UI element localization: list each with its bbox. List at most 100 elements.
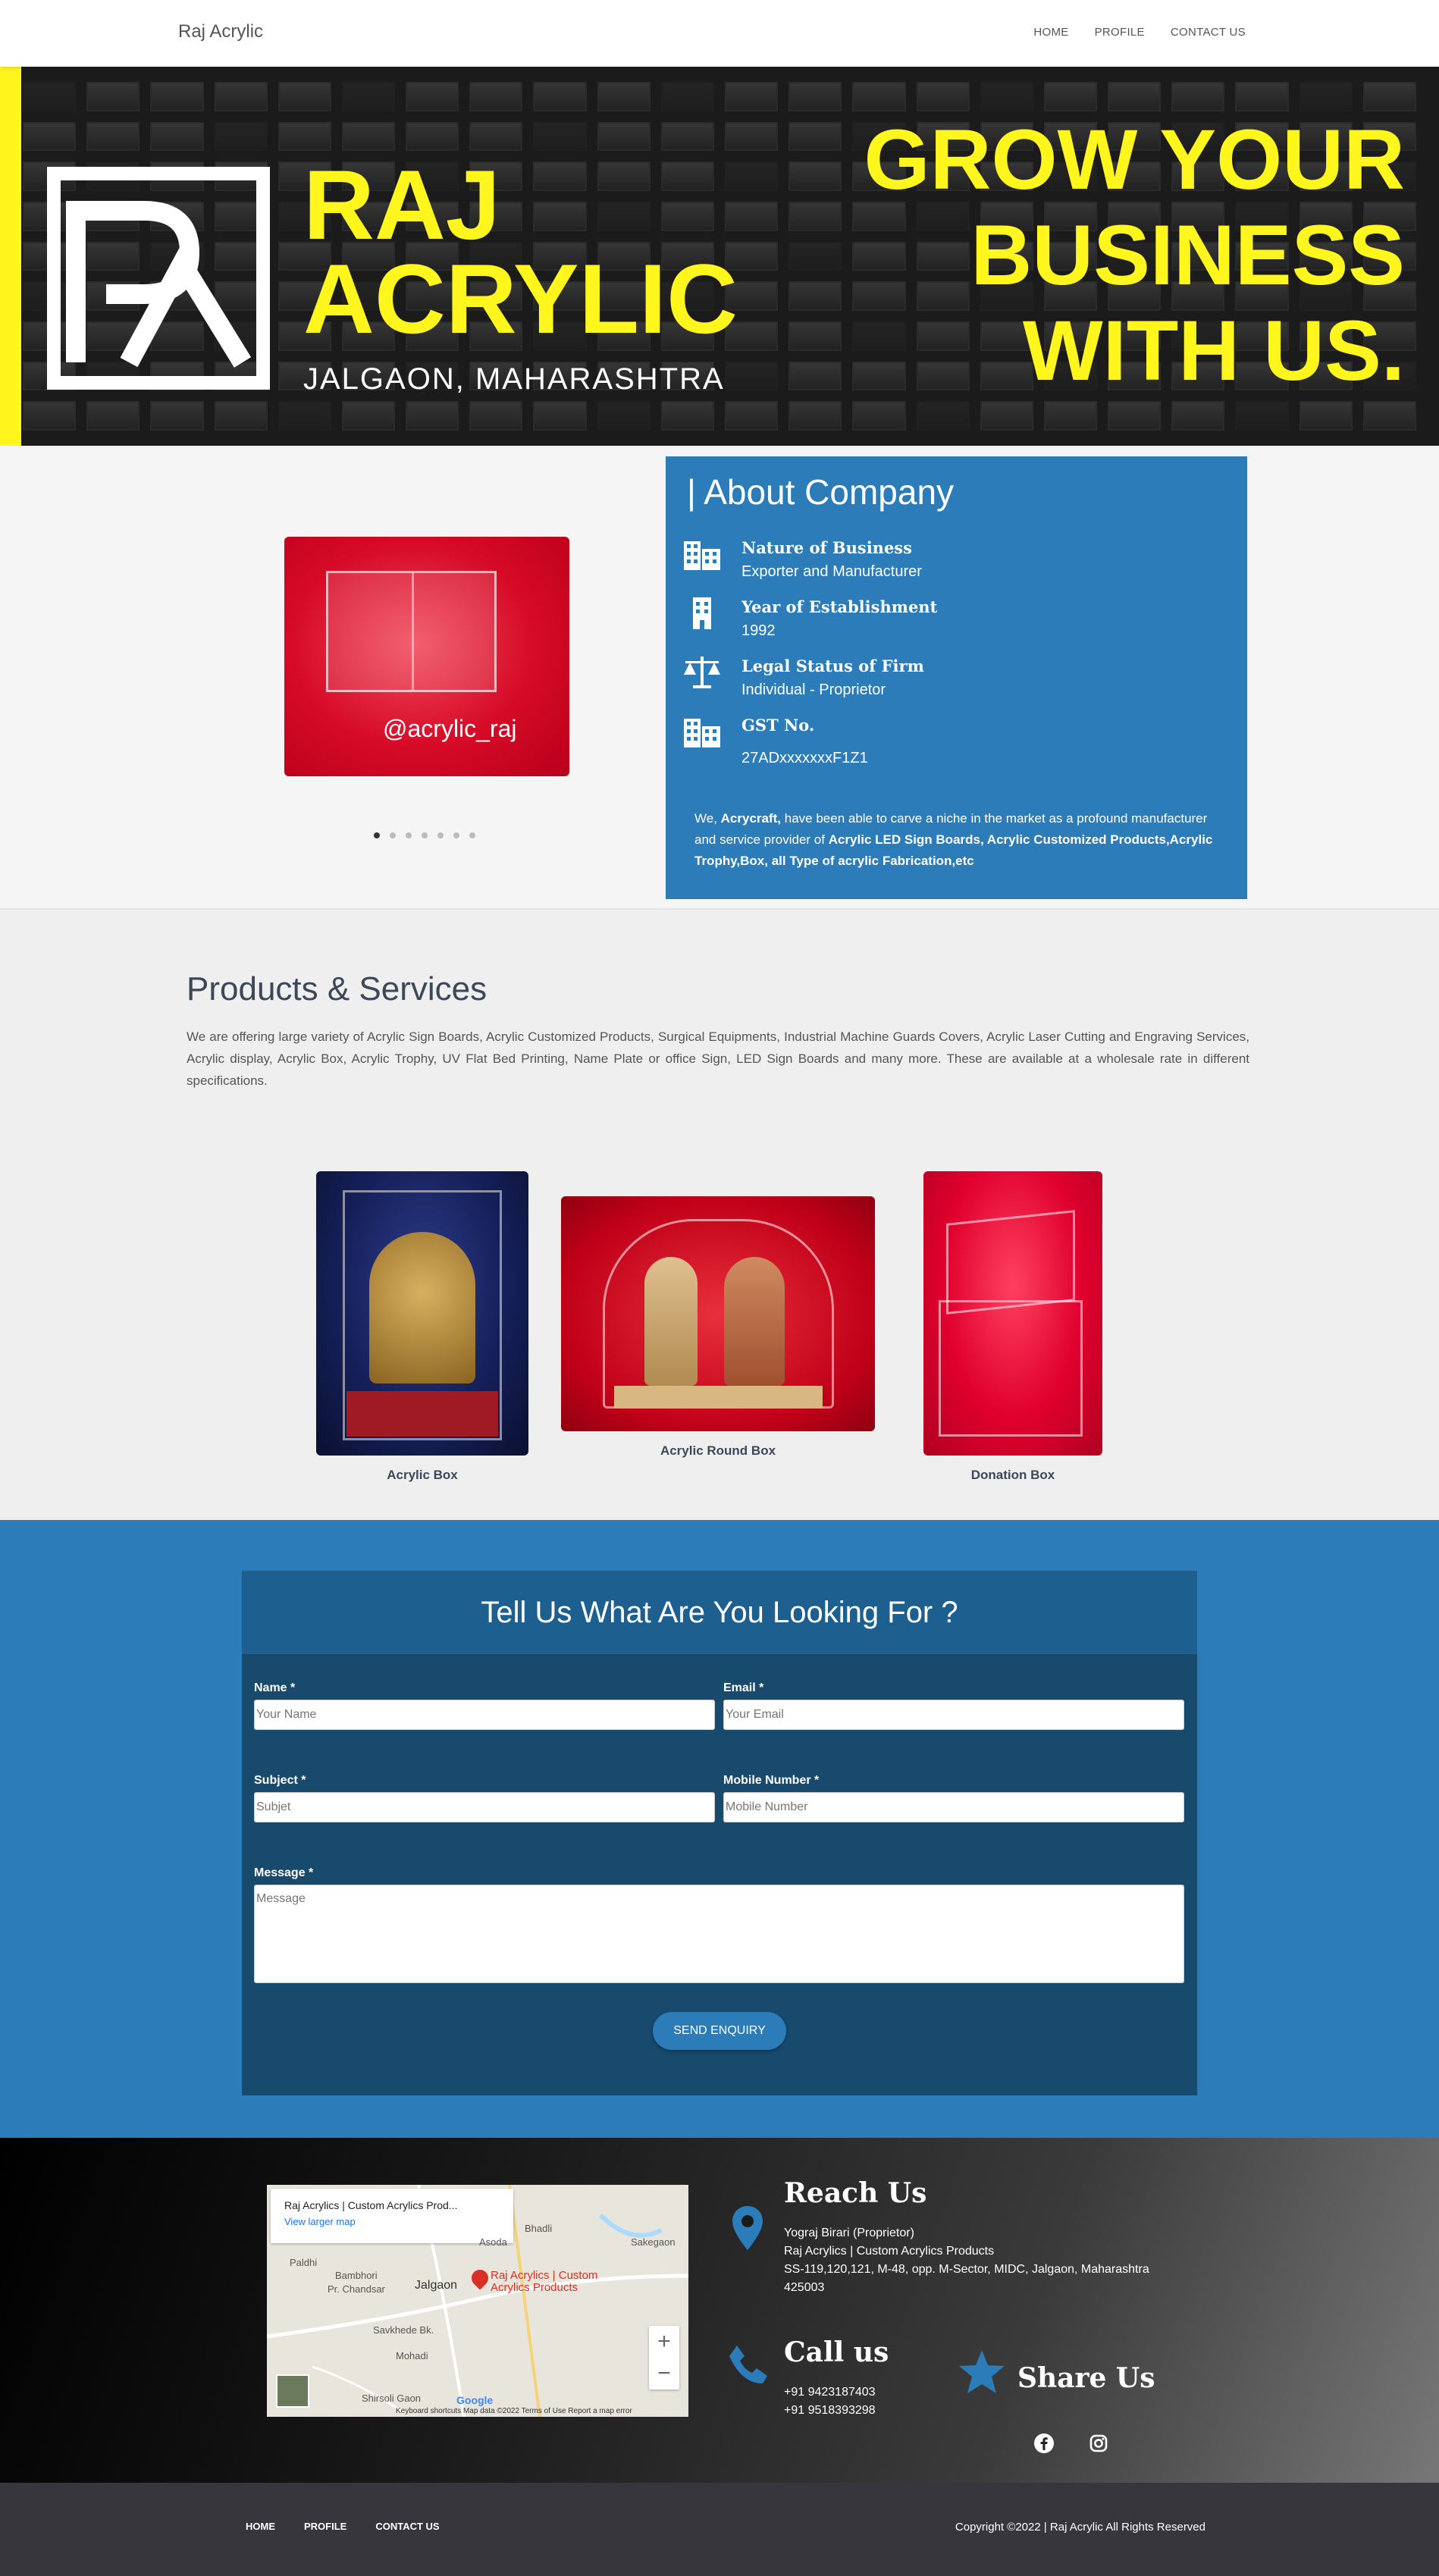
email-input[interactable] — [723, 1700, 1184, 1730]
fact-value: Exporter and Manufacturer — [741, 563, 922, 580]
address-line: Yograj Birari (Proprietor) — [784, 2227, 914, 2239]
brand-link[interactable]: Raj Acrylic — [178, 21, 263, 42]
fact-value: 1992 — [741, 622, 776, 639]
map-zoom-controls: + − — [649, 2326, 679, 2390]
subject-label: Subject * — [254, 1774, 306, 1787]
office-building-icon — [693, 597, 711, 629]
zoom-out-icon[interactable]: − — [657, 2361, 671, 2386]
idol-base-image — [346, 1391, 498, 1437]
fact-value: Individual - Proprietor — [741, 682, 886, 698]
carousel-dot[interactable] — [406, 832, 412, 838]
fact-gst-number: GST No. 27ADxxxxxxxF1Z1 — [684, 713, 1226, 766]
fact-label: Legal Status of Firm — [741, 657, 924, 675]
instagram-glyph — [1089, 2434, 1108, 2452]
send-enquiry-button[interactable]: SEND ENQUIRY — [653, 2012, 786, 2050]
carousel-slide-image[interactable]: @acrylic_raj — [284, 537, 569, 776]
product-card[interactable]: Acrylic Round Box — [561, 1196, 875, 1459]
building-icon — [684, 719, 720, 747]
map-label: Sakegaon — [631, 2236, 676, 2248]
email-label: Email * — [723, 1681, 764, 1694]
nav-contact-us[interactable]: CONTACT US — [1171, 26, 1246, 39]
figurine-base-image — [614, 1386, 823, 1409]
figurine-image — [724, 1257, 785, 1386]
product-name[interactable]: Acrylic Round Box — [561, 1443, 875, 1459]
facebook-icon[interactable] — [1033, 2432, 1055, 2455]
fact-value: 27ADxxxxxxxF1Z1 — [741, 750, 868, 766]
embedded-map[interactable]: Raj Acrylics | Custom Acrylics Prod... V… — [267, 2185, 688, 2417]
name-input[interactable] — [254, 1700, 715, 1730]
fact-nature-of-business: Nature of Business Exporter and Manufact… — [684, 535, 1226, 584]
footer-link-contact-us[interactable]: CONTACT US — [375, 2521, 439, 2532]
map-pin-label-line1: Raj Acrylics | Custom — [491, 2269, 598, 2282]
product-image[interactable] — [316, 1171, 528, 1456]
map-pin-label-line2: Acrylics Products — [491, 2281, 578, 2294]
product-card[interactable]: Donation Box — [923, 1171, 1102, 1483]
fact-legal-status: Legal Status of Firm Individual - Propri… — [684, 653, 1226, 702]
about-company-card: | About Company Nature of Business Expor… — [666, 456, 1247, 899]
carousel-dot[interactable] — [390, 832, 396, 838]
product-image[interactable] — [561, 1196, 875, 1431]
map-label: Pr. Chandsar — [328, 2283, 385, 2295]
address-line: Raj Acrylics | Custom Acrylics Products — [784, 2245, 995, 2258]
map-pin-label: Raj Acrylics | Custom Acrylics Products — [491, 2270, 597, 2294]
nav-home[interactable]: HOME — [1033, 26, 1068, 39]
nav-profile[interactable]: PROFILE — [1095, 26, 1145, 39]
map-label: Jalgaon — [415, 2279, 458, 2292]
instagram-icon[interactable] — [1087, 2432, 1110, 2455]
carousel-dot[interactable] — [453, 832, 459, 838]
map-place-name: Raj Acrylics | Custom Acrylics Prod... — [284, 2199, 458, 2211]
map-label: Asoda — [479, 2236, 507, 2248]
products-title: Products & Services — [187, 970, 488, 1008]
donation-box-lid-image — [946, 1210, 1075, 1315]
hero-location: JALGAON, MAHARASHTRA — [303, 362, 725, 396]
fact-label: GST No. — [741, 716, 815, 735]
subject-input[interactable] — [254, 1792, 715, 1822]
desc-prefix: We, — [694, 811, 721, 826]
message-textarea[interactable] — [254, 1885, 1184, 1983]
phone-number[interactable]: +91 9518393298 — [784, 2402, 876, 2420]
product-name[interactable]: Donation Box — [923, 1468, 1102, 1483]
about-title: | About Company — [687, 472, 955, 512]
contact-footer: Raj Acrylics | Custom Acrylics Prod... V… — [0, 2138, 1439, 2483]
map-label: Savkhede Bk. — [373, 2324, 434, 2336]
map-satellite-toggle[interactable] — [276, 2374, 309, 2408]
call-us-title: Call us — [784, 2336, 889, 2368]
location-pin-icon — [732, 2206, 763, 2250]
enquiry-title: Tell Us What Are You Looking For ? — [242, 1571, 1197, 1654]
map-footer: Keyboard shortcuts Map data ©2022 Terms … — [396, 2407, 632, 2415]
mobile-label: Mobile Number * — [723, 1774, 820, 1787]
products-description: We are offering large variety of Acrylic… — [187, 1029, 1249, 1088]
reach-us-title: Reach Us — [784, 2177, 927, 2209]
mobile-input[interactable] — [723, 1792, 1184, 1822]
enquiry-form: Tell Us What Are You Looking For ? Name … — [242, 1571, 1197, 2095]
footer-link-home[interactable]: HOME — [246, 2521, 275, 2532]
hero-logo-text: RAJ ACRYLIC — [303, 155, 738, 348]
hero-tagline: GROW YOUR BUSINESS WITH US. — [864, 112, 1405, 399]
building-icon — [684, 541, 720, 570]
carousel-dot[interactable] — [374, 832, 380, 838]
map-label: Shirsoli Gaon — [362, 2393, 422, 2404]
map-view-larger-link[interactable]: View larger map — [284, 2216, 500, 2227]
carousel-dot[interactable] — [422, 832, 428, 838]
address-line: 425003 — [784, 2281, 825, 2294]
fact-label: Nature of Business — [741, 538, 912, 557]
reach-us-address: Yograj Birari (Proprietor) Raj Acrylics … — [784, 2224, 1178, 2297]
acrylic-round-case-image — [603, 1219, 834, 1409]
name-label: Name * — [254, 1681, 296, 1694]
map-place-card: Raj Acrylics | Custom Acrylics Prod... V… — [271, 2189, 513, 2243]
footer-link-profile[interactable]: PROFILE — [304, 2521, 346, 2532]
hero-tagline-line3: WITH US. — [1023, 303, 1405, 398]
phone-icon — [729, 2346, 767, 2383]
phone-number[interactable]: +91 9423187403 — [784, 2383, 876, 2402]
product-card[interactable]: Acrylic Box — [316, 1171, 528, 1483]
zoom-in-icon[interactable]: + — [657, 2329, 671, 2355]
carousel-dots — [374, 832, 475, 838]
acrylic-box-image — [326, 571, 497, 692]
hero-accent-stripe — [0, 67, 21, 446]
product-image[interactable] — [923, 1171, 1102, 1456]
product-name[interactable]: Acrylic Box — [316, 1468, 528, 1483]
carousel-dot[interactable] — [437, 832, 444, 838]
carousel-dot[interactable] — [469, 832, 475, 838]
donation-box-body-image — [939, 1300, 1083, 1437]
nav-links: HOME PROFILE CONTACT US — [1033, 26, 1246, 39]
